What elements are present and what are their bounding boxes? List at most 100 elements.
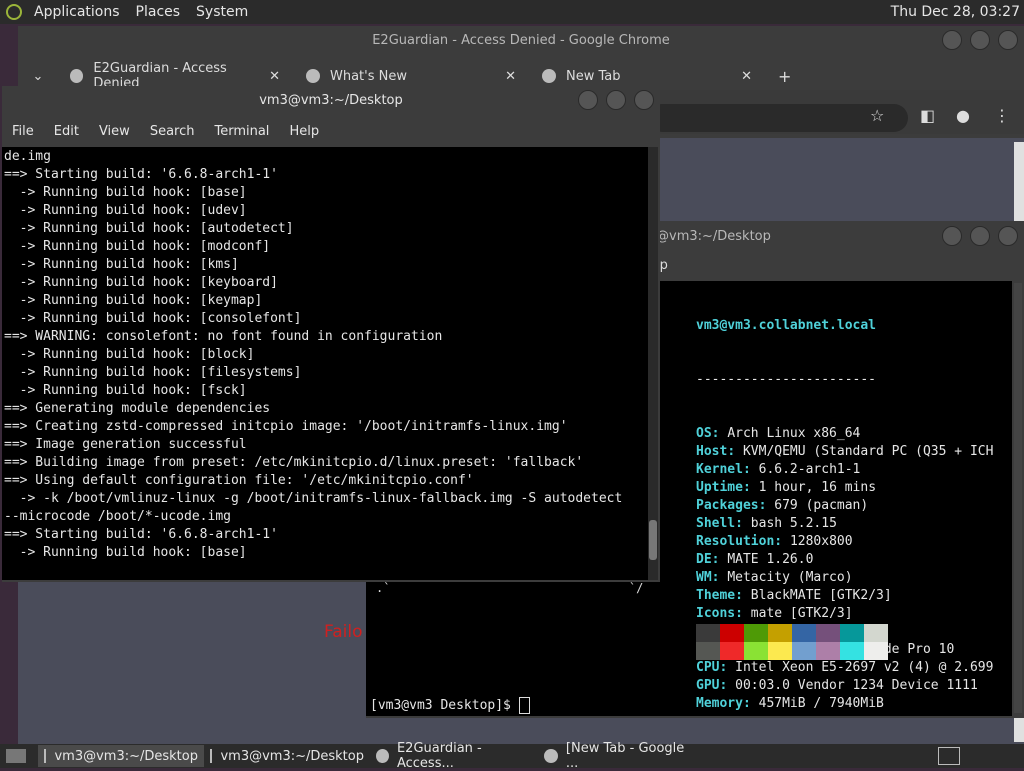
info-row: Host: KVM/QEMU (Standard PC (Q35 + ICH [696,444,994,459]
menu-applications[interactable]: Applications [26,0,128,24]
terminal-line: -> Running build hook: [fsck] [4,383,247,398]
tab-close-icon[interactable]: ✕ [269,69,280,84]
mate-logo-icon[interactable] [6,4,22,20]
menu-edit[interactable]: Edit [44,124,89,139]
info-key: DE [696,552,712,567]
task-label: vm3@vm3:~/Desktop [54,748,198,764]
minimize-button[interactable] [578,90,598,110]
info-row: Uptime: 1 hour, 16 mins [696,480,877,495]
minimize-button[interactable] [942,30,962,50]
info-key: Shell [696,516,736,531]
task-label: vm3@vm3:~/Desktop [220,748,364,764]
menu-system[interactable]: System [188,0,256,24]
color-swatch [816,624,840,642]
info-key: GPU [696,678,720,693]
globe-icon [70,69,84,83]
chrome-icon [306,69,320,83]
menu-view[interactable]: View [89,124,140,139]
page-fail-text: Failo [324,622,363,642]
info-key: Icons [696,606,736,621]
maximize-button[interactable] [970,30,990,50]
close-button[interactable] [998,226,1018,246]
info-row: Resolution: 1280x800 [696,534,853,549]
terminal-line: -> Running build hook: [modconf] [4,239,271,254]
terminal-line: de.img [4,149,51,164]
info-row: GPU: 00:03.0 Vendor 1234 Device 1111 [696,678,978,693]
menu-icon[interactable]: ⋮ [994,106,1010,125]
tab-new-tab[interactable]: New Tab ✕ [530,69,766,84]
term1-title: vm3@vm3:~/Desktop [259,93,403,108]
chrome-icon [376,749,389,763]
info-key: Theme [696,588,736,603]
info-row: CPU: Intel Xeon E5-2697 v2 (4) @ 2.699 [696,660,994,675]
star-icon[interactable]: ☆ [870,106,884,125]
info-key: OS [696,426,712,441]
terminal-line: ==> Building image from preset: /etc/mki… [4,455,584,470]
workspace-switcher-icon[interactable] [938,747,960,765]
info-key: CPU [696,660,720,675]
task-label: E2Guardian - Access... [396,741,482,771]
menu-search[interactable]: Search [140,124,205,139]
tab-search-chevron-icon[interactable]: ⌄ [18,69,58,84]
chrome-icon [544,749,558,763]
task-terminal-2[interactable]: vm3@vm3:~/Desktop [204,745,370,767]
info-value: 457MiB / 7940MiB [758,696,884,711]
info-value: 679 (pacman) [774,498,869,513]
info-row: Theme: BlackMATE [GTK2/3] [696,588,892,603]
menu-help[interactable]: Help [279,124,329,139]
scroll-thumb[interactable] [649,520,657,560]
terminal-line: ==> WARNING: consolefont: no font found … [4,329,443,344]
close-button[interactable] [998,30,1018,50]
close-button[interactable] [634,90,654,110]
terminal-line: -> -k /boot/vmlinuz-linux -g /boot/initr… [4,491,623,506]
color-swatch [696,642,720,660]
prompt: [vm3@vm3 Desktop]$ [370,698,519,713]
color-swatches [696,624,888,660]
maximize-button[interactable] [606,90,626,110]
new-tab-button[interactable]: + [766,67,791,86]
info-value: MATE 1.26.0 [727,552,814,567]
terminal-icon [44,749,47,763]
tab-label: What's New [330,68,407,84]
info-value: Metacity (Marco) [727,570,853,585]
task-chrome-new-tab[interactable]: [New Tab - Google ... [538,741,706,771]
info-value: Intel Xeon E5-2697 v2 (4) @ 2.699 [735,660,994,675]
color-swatch [768,624,792,642]
info-row: Icons: mate [GTK2/3] [696,606,853,621]
task-terminal-1[interactable]: vm3@vm3:~/Desktop [38,745,204,767]
terminal-line: -> Running build hook: [block] [4,347,255,362]
show-desktop-icon[interactable] [6,749,26,763]
terminal-line: -> Running build hook: [autodetect] [4,221,294,236]
color-swatch [696,624,720,642]
color-swatch [840,642,864,660]
text-cursor [518,697,530,714]
color-swatch [720,624,744,642]
address-bar[interactable] [648,104,908,132]
menu-terminal[interactable]: Terminal [204,124,279,139]
tab-whats-new[interactable]: What's New ✕ [294,69,530,84]
minimize-button[interactable] [942,226,962,246]
tab-close-icon[interactable]: ✕ [505,69,516,84]
menu-places[interactable]: Places [128,0,189,24]
menu-file[interactable]: File [2,124,44,139]
task-chrome-access-denied[interactable]: E2Guardian - Access... [370,741,538,771]
clock[interactable]: Thu Dec 28, 03:27 [883,0,1024,24]
term1-scrollbar[interactable] [648,147,658,580]
terminal-window-main: vm3@vm3:~/Desktop File Edit View Search … [2,86,660,582]
info-row: Memory: 457MiB / 7940MiB [696,696,884,711]
side-panel-icon[interactable]: ◧ [920,106,935,125]
info-row: OS: Arch Linux x86_64 [696,426,861,441]
info-key: Resolution [696,534,775,549]
terminal-line: -> Running build hook: [base] [4,545,247,560]
tab-close-icon[interactable]: ✕ [741,69,752,84]
info-key: WM [696,570,712,585]
prompt-line[interactable]: [vm3@vm3 Desktop]$ [370,697,530,714]
maximize-button[interactable] [970,226,990,246]
info-value: mate [GTK2/3] [750,606,853,621]
terminal-line: -> Running build hook: [udev] [4,203,247,218]
info-row: WM: Metacity (Marco) [696,570,853,585]
term2-scrollbar[interactable] [1014,283,1022,713]
term1-screen[interactable]: de.img ==> Starting build: '6.6.8-arch1-1… [2,147,648,580]
profile-icon[interactable]: ● [956,106,970,125]
host-header: vm3@vm3.collabnet.local [696,318,877,333]
